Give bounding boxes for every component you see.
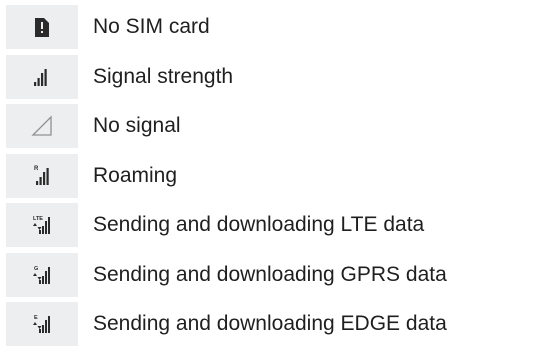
legend-label: No SIM card: [93, 15, 210, 38]
lte-data-icon: LTE: [6, 203, 78, 247]
signal-strength-icon: [6, 54, 78, 99]
legend-label: Signal strength: [93, 64, 234, 88]
roaming-badge: R: [34, 166, 39, 172]
legend-label: Sending and downloading EDGE data: [93, 312, 447, 335]
legend-label: Sending and downloading GPRS data: [93, 262, 447, 286]
no-signal-icon: [6, 104, 78, 148]
edge-data-icon: E: [6, 302, 78, 346]
roaming-icon: R: [6, 153, 78, 198]
edge-badge: E: [34, 315, 38, 321]
gprs-badge: G: [34, 266, 38, 272]
no-sim-card-icon: [6, 5, 78, 49]
gprs-data-icon: G: [6, 252, 78, 297]
legend-label: No signal: [93, 114, 181, 137]
legend-label: Roaming: [93, 163, 178, 187]
lte-badge: LTE: [33, 216, 43, 222]
legend-label: Sending and downloading LTE data: [93, 213, 425, 236]
